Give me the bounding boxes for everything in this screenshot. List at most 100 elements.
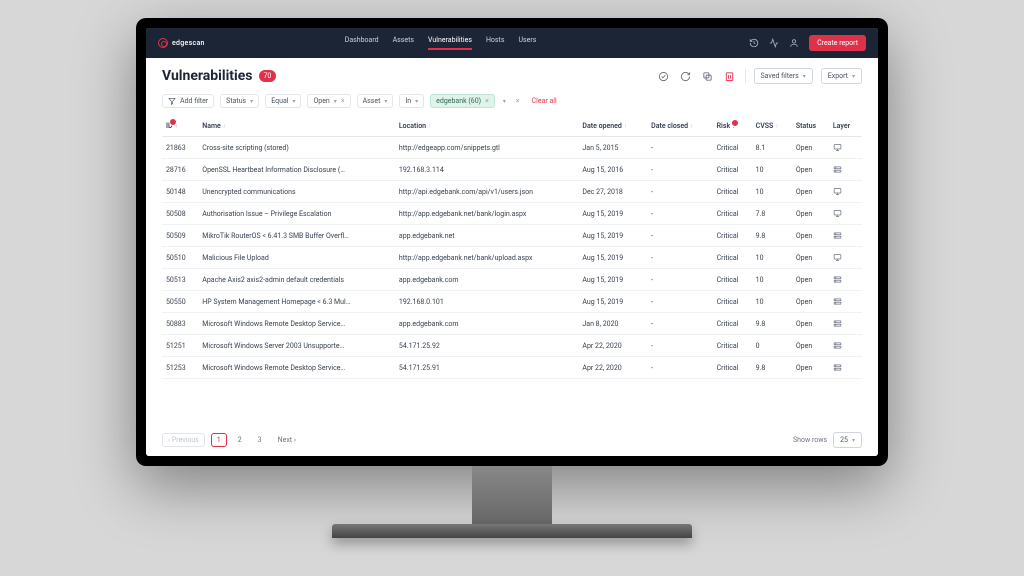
count-badge: 70 <box>259 70 277 82</box>
user-icon[interactable] <box>789 38 799 48</box>
nav-users[interactable]: Users <box>518 36 536 50</box>
cell-closed: - <box>647 181 712 203</box>
page-title: Vulnerabilities <box>162 68 253 84</box>
chevron-down-icon: ▾ <box>803 73 806 80</box>
cell-location: http://edgeapp.com/snippets.gtl <box>395 137 579 159</box>
add-filter-button[interactable]: Add filter <box>162 94 214 108</box>
delete-icon[interactable] <box>723 69 737 83</box>
layer-icon <box>833 231 858 240</box>
cell-closed: - <box>647 269 712 291</box>
chevron-down-icon: ▾ <box>852 437 855 444</box>
cell-risk: Critical <box>713 137 752 159</box>
col-cvss[interactable]: CVSS↑ <box>752 116 792 137</box>
activity-icon[interactable] <box>769 38 779 48</box>
cell-layer <box>829 181 862 203</box>
create-report-button[interactable]: Create report <box>809 35 866 51</box>
cell-id: 50513 <box>162 269 198 291</box>
nav-right: Create report <box>749 35 866 51</box>
cell-layer <box>829 225 862 247</box>
cell-location: app.edgebank.com <box>395 269 579 291</box>
nav-dashboard[interactable]: Dashboard <box>345 36 379 50</box>
refresh-icon[interactable] <box>679 69 693 83</box>
col-opened[interactable]: Date opened↑ <box>578 116 647 137</box>
cell-closed: - <box>647 225 712 247</box>
nav-assets[interactable]: Assets <box>393 36 414 50</box>
nav-hosts[interactable]: Hosts <box>486 36 505 50</box>
layer-icon <box>833 187 858 196</box>
cell-opened: Aug 15, 2019 <box>578 269 647 291</box>
copy-icon[interactable] <box>701 69 715 83</box>
table-row[interactable]: 50883Microsoft Windows Remote Desktop Se… <box>162 313 862 335</box>
filter-status-value[interactable]: Open▾× <box>307 94 350 108</box>
col-risk[interactable]: Risk↓ <box>713 116 752 137</box>
filter-asset-op[interactable]: In▾ <box>399 94 424 108</box>
col-location[interactable]: Location↑ <box>395 116 579 137</box>
table-row[interactable]: 21863Cross-site scripting (stored)http:/… <box>162 137 862 159</box>
cell-opened: Aug 15, 2019 <box>578 247 647 269</box>
cell-location: 54.171.25.92 <box>395 335 579 357</box>
next-page-button[interactable]: Next › <box>273 434 301 446</box>
layer-icon <box>833 341 858 350</box>
cell-location: 54.171.25.91 <box>395 357 579 379</box>
table-row[interactable]: 50508Authorisation Issue – Privilege Esc… <box>162 203 862 225</box>
col-name[interactable]: Name↑ <box>198 116 395 137</box>
table-row[interactable]: 50550HP System Management Homepage < 6.3… <box>162 291 862 313</box>
saved-filters-button[interactable]: Saved filters ▾ <box>754 68 813 84</box>
clear-all-button[interactable]: Clear all <box>532 97 557 105</box>
table-row[interactable]: 51251Microsoft Windows Server 2003 Unsup… <box>162 335 862 357</box>
filter-asset-tag[interactable]: edgebank (60)× <box>430 94 495 108</box>
cell-id: 51253 <box>162 357 198 379</box>
filter-asset-chevron[interactable]: ▾× <box>501 95 522 107</box>
cell-cvss: 7.8 <box>752 203 792 225</box>
col-layer[interactable]: Layer <box>829 116 862 137</box>
layer-icon <box>833 363 858 372</box>
brand-logo-icon <box>158 38 168 48</box>
table-row[interactable]: 51253Microsoft Windows Remote Desktop Se… <box>162 357 862 379</box>
rows-per-page-select[interactable]: 25▾ <box>833 432 862 448</box>
prev-page-button[interactable]: ‹ Previous <box>162 433 205 447</box>
layer-icon <box>833 319 858 328</box>
page-3-button[interactable]: 3 <box>253 434 267 446</box>
cell-cvss: 10 <box>752 269 792 291</box>
layer-icon <box>833 143 858 152</box>
cell-cvss: 0 <box>752 335 792 357</box>
cell-status: Open <box>792 137 829 159</box>
history-icon[interactable] <box>749 38 759 48</box>
close-icon[interactable]: × <box>485 97 489 105</box>
col-closed[interactable]: Date closed↑ <box>647 116 712 137</box>
page-2-button[interactable]: 2 <box>233 434 247 446</box>
cell-name: Microsoft Windows Server 2003 Unsupporte… <box>198 335 395 357</box>
table-row[interactable]: 28716OpenSSL Heartbeat Information Discl… <box>162 159 862 181</box>
cell-name: HP System Management Homepage < 6.3 Mul… <box>198 291 395 313</box>
cell-layer <box>829 247 862 269</box>
table-row[interactable]: 50513Apache Axis2 axis2-admin default cr… <box>162 269 862 291</box>
nav-vulnerabilities[interactable]: Vulnerabilities <box>428 36 472 50</box>
cell-id: 50883 <box>162 313 198 335</box>
close-icon[interactable]: × <box>341 97 345 105</box>
page-1-button[interactable]: 1 <box>211 433 227 447</box>
chevron-down-icon: ▾ <box>852 73 855 80</box>
table-row[interactable]: 50148Unencrypted communicationshttp://ap… <box>162 181 862 203</box>
cell-location: http://app.edgebank.net/bank/login.aspx <box>395 203 579 225</box>
col-id[interactable]: ID↑ <box>162 116 198 137</box>
table-row[interactable]: 50510Malicious File Uploadhttp://app.edg… <box>162 247 862 269</box>
close-icon[interactable]: × <box>516 97 520 105</box>
divider <box>745 69 746 83</box>
cell-status: Open <box>792 203 829 225</box>
col-status[interactable]: Status <box>792 116 829 137</box>
saved-filters-label: Saved filters <box>761 72 799 80</box>
filter-asset-field[interactable]: Asset▾ <box>357 94 394 108</box>
chevron-down-icon: ▾ <box>250 98 253 105</box>
approve-icon[interactable] <box>657 69 671 83</box>
sort-icon: ↑ <box>775 123 778 130</box>
filter-status-op[interactable]: Equal▾ <box>265 94 301 108</box>
nav-links: Dashboard Assets Vulnerabilities Hosts U… <box>345 36 537 50</box>
sort-icon: ↑ <box>428 123 431 130</box>
export-button[interactable]: Export▾ <box>821 68 862 84</box>
add-filter-label: Add filter <box>180 97 208 105</box>
filter-status-field[interactable]: Status▾ <box>220 94 259 108</box>
cell-cvss: 10 <box>752 181 792 203</box>
sort-icon: ↑ <box>624 123 627 130</box>
cell-opened: Aug 15, 2019 <box>578 291 647 313</box>
table-row[interactable]: 50509MikroTik RouterOS < 6.41.3 SMB Buff… <box>162 225 862 247</box>
